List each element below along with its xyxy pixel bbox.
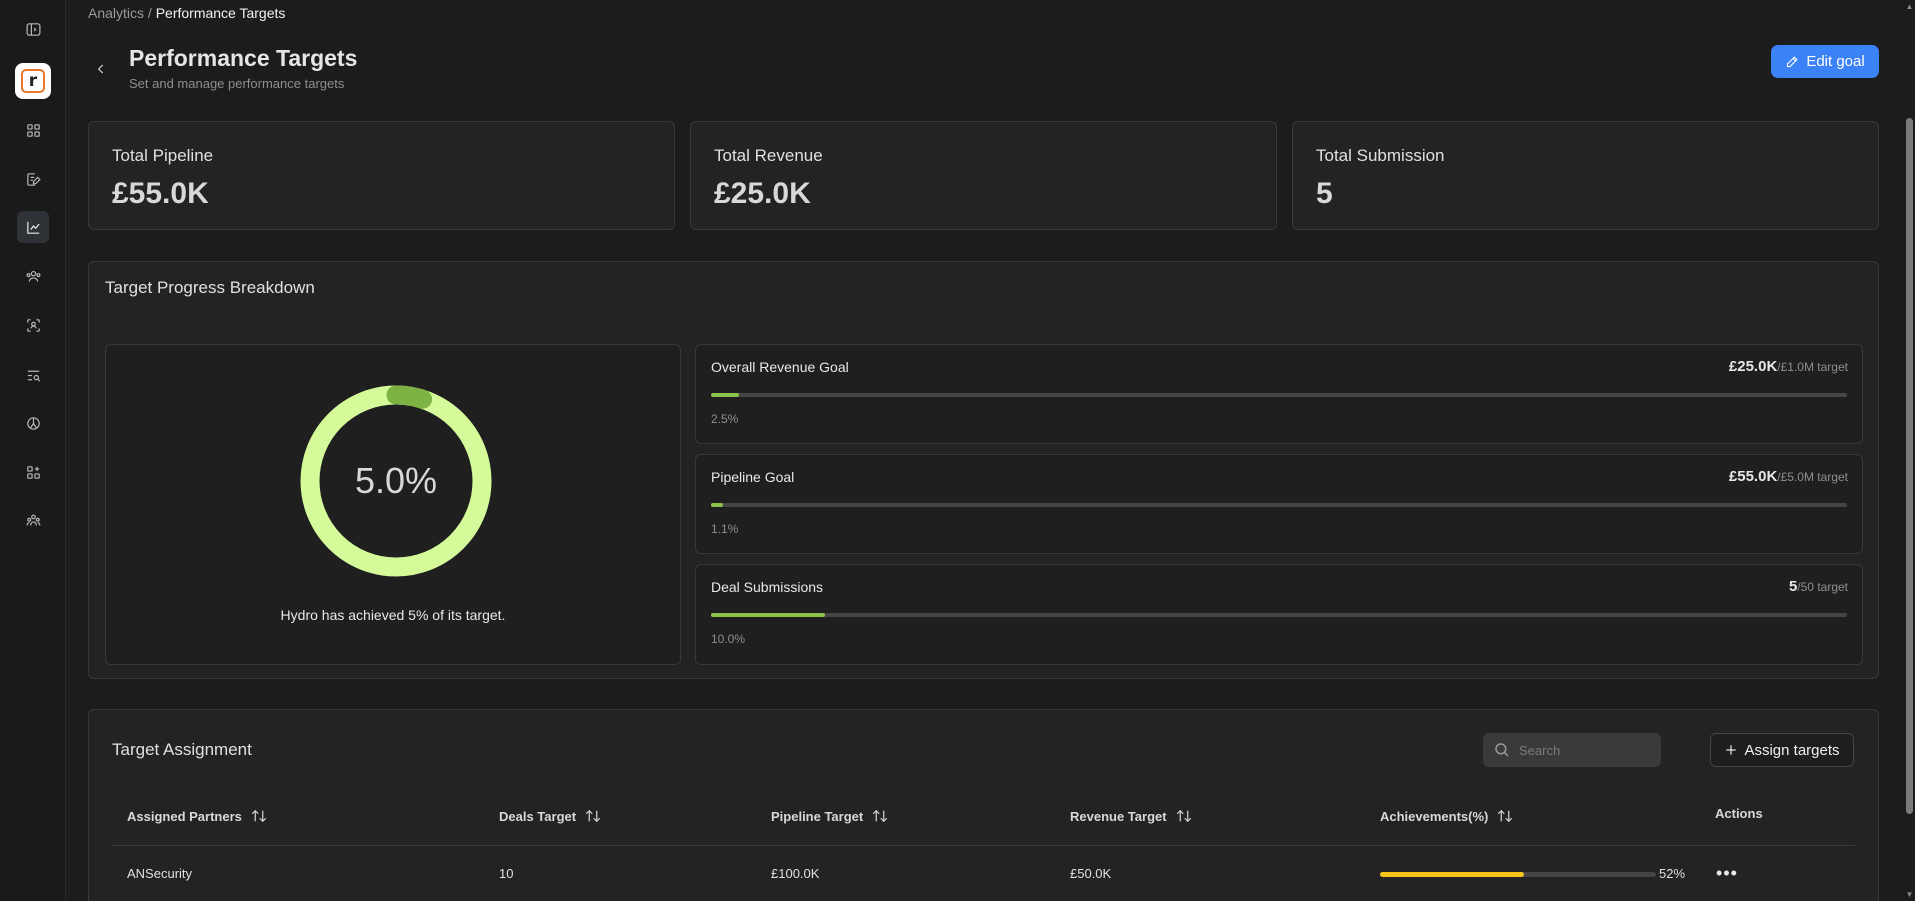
column-header-partners[interactable]: Assigned Partners	[127, 808, 268, 824]
goal-label: Overall Revenue Goal	[711, 359, 849, 375]
goal-current-value: £55.0K	[1728, 468, 1778, 485]
sidebar: r	[0, 0, 66, 901]
assign-targets-button[interactable]: Assign targets	[1710, 733, 1854, 767]
goal-progress-bar	[711, 503, 1847, 507]
goal-target: /£1.0M target	[1777, 360, 1848, 374]
column-label: Revenue Target	[1070, 808, 1167, 824]
section-title: Target Progress Breakdown	[105, 278, 315, 297]
goal-percent: 1.1%	[711, 522, 739, 536]
more-actions-icon[interactable]: •••	[1716, 862, 1738, 884]
goal-overall-revenue: Overall Revenue Goal £25.0K/£1.0M target…	[695, 344, 1863, 444]
edit-document-icon[interactable]	[17, 163, 49, 195]
stat-value: 5	[1316, 177, 1333, 210]
search-field[interactable]	[1483, 733, 1661, 767]
sort-icon	[1176, 809, 1191, 823]
search-icon	[1495, 743, 1509, 757]
pie-icon[interactable]	[17, 407, 49, 439]
assign-targets-label: Assign targets	[1744, 741, 1840, 759]
stat-value: £55.0K	[112, 177, 209, 210]
column-label: Actions	[1715, 806, 1763, 821]
cell-pipeline: £100.0K	[771, 866, 820, 881]
app-logo[interactable]: r	[15, 63, 51, 99]
goal-label: Deal Submissions	[711, 579, 824, 595]
scroll-up-arrow[interactable]: ▲	[1905, 2, 1914, 11]
plus-icon	[1726, 745, 1737, 755]
goal-pipeline: Pipeline Goal £55.0K/£5.0M target 1.1%	[695, 454, 1863, 554]
analytics-chart-icon[interactable]	[17, 211, 49, 243]
goal-deal-submissions: Deal Submissions 5/50 target 10.0%	[695, 564, 1863, 665]
sort-icon	[585, 809, 601, 823]
goal-progress-fill	[711, 613, 825, 617]
search-input[interactable]	[1519, 742, 1649, 758]
goal-value: 5/50 target	[1789, 578, 1848, 595]
breadcrumb: Analytics / Performance Targets	[88, 5, 285, 21]
dashboard-grid-icon[interactable]	[17, 114, 49, 146]
apps-add-icon[interactable]	[17, 456, 49, 488]
table-divider	[112, 845, 1855, 846]
goal-target: /£5.0M target	[1777, 470, 1848, 484]
goal-value: £25.0K/£1.0M target	[1729, 358, 1848, 375]
search-list-icon[interactable]	[17, 359, 49, 391]
goal-target: /50 target	[1797, 580, 1848, 594]
goal-progress-bar	[711, 613, 1847, 617]
column-header-deals[interactable]: Deals Target	[499, 808, 602, 824]
scan-icon[interactable]	[17, 309, 49, 341]
back-button[interactable]	[88, 56, 114, 82]
team-icon[interactable]	[17, 504, 49, 536]
cell-partner: ANSecurity	[127, 866, 193, 881]
pencil-icon	[1787, 56, 1798, 68]
goal-progress-fill	[711, 393, 740, 397]
column-header-pipeline[interactable]: Pipeline Target	[771, 808, 889, 824]
stat-label: Total Pipeline	[112, 146, 214, 165]
goal-progress-fill	[711, 503, 724, 507]
scroll-down-arrow[interactable]: ▼	[1905, 890, 1914, 899]
sort-icon	[251, 809, 267, 823]
scrollbar-thumb[interactable]	[1906, 118, 1913, 814]
sort-icon	[873, 809, 888, 823]
sort-icon	[1498, 809, 1513, 823]
goal-percent: 2.5%	[711, 412, 739, 426]
cell-revenue: £50.0K	[1070, 866, 1112, 881]
sidebar-toggle-icon[interactable]	[17, 13, 49, 45]
donut-caption: Hydro has achieved 5% of its target.	[280, 607, 506, 623]
donut-card: 5.0% Hydro has achieved 5% of its target…	[105, 344, 681, 665]
edit-goal-label: Edit goal	[1806, 53, 1865, 70]
page-subtitle: Set and manage performance targets	[129, 76, 345, 91]
breadcrumb-parent[interactable]: Analytics	[88, 5, 144, 21]
achievement-progress-fill	[1380, 872, 1524, 877]
partners-icon[interactable]	[17, 260, 49, 292]
stat-card-revenue: Total Revenue £25.0K	[690, 121, 1277, 230]
column-header-achievements[interactable]: Achievements(%)	[1380, 808, 1514, 824]
stat-label: Total Submission	[1316, 146, 1445, 165]
column-label: Achievements(%)	[1380, 808, 1489, 824]
stat-value: £25.0K	[714, 177, 811, 210]
stat-label: Total Revenue	[714, 146, 823, 165]
cell-achievement: 52%	[1659, 866, 1686, 881]
goal-label: Pipeline Goal	[711, 469, 795, 485]
edit-goal-button[interactable]: Edit goal	[1771, 45, 1879, 78]
target-progress-breakdown: Target Progress Breakdown 5.0% Hydro has…	[88, 261, 1879, 679]
column-header-revenue[interactable]: Revenue Target	[1070, 808, 1193, 824]
goal-current-value: £25.0K	[1728, 358, 1778, 375]
section-title: Target Assignment	[112, 740, 252, 759]
stat-card-pipeline: Total Pipeline £55.0K	[88, 121, 675, 230]
column-label: Assigned Partners	[127, 808, 242, 824]
donut-percentage: 5.0%	[354, 460, 438, 501]
achievement-progress-bar	[1380, 872, 1656, 877]
page-title: Performance Targets	[129, 45, 358, 71]
goal-progress-bar	[711, 393, 1847, 397]
cell-deals: 10	[499, 866, 514, 881]
goal-value: £55.0K/£5.0M target	[1729, 468, 1848, 485]
column-header-actions: Actions	[1715, 806, 1763, 821]
column-label: Pipeline Target	[771, 808, 864, 824]
goal-percent: 10.0%	[711, 632, 746, 646]
column-label: Deals Target	[499, 808, 577, 824]
breadcrumb-separator: /	[147, 5, 152, 21]
stat-card-submission: Total Submission 5	[1292, 121, 1879, 230]
breadcrumb-current: Performance Targets	[155, 5, 286, 21]
chevron-left-icon	[97, 64, 104, 74]
donut-chart: 5.0%	[298, 383, 494, 579]
